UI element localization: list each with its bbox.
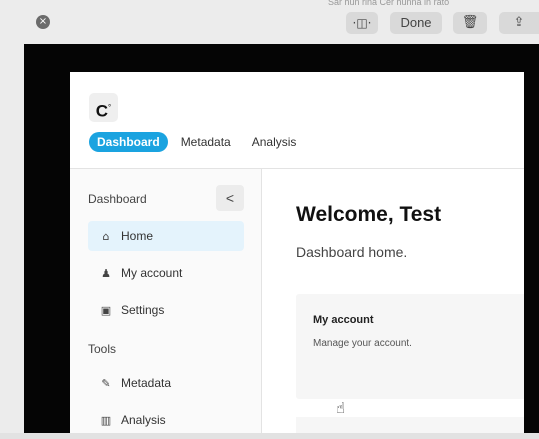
user-icon: ♟	[101, 266, 111, 280]
sidebar-item-label: Analysis	[121, 413, 166, 427]
pencil-icon: ✎	[101, 376, 111, 390]
resize-button[interactable]: ·◫·	[346, 12, 378, 34]
page-title: Welcome, Test	[296, 203, 442, 226]
sidebar-item-label: My account	[121, 266, 183, 280]
tab-dashboard[interactable]: Dashboard	[89, 132, 168, 152]
done-button[interactable]: Done	[390, 12, 442, 34]
logo-letter: C	[95, 101, 109, 121]
sidebar-item-my-account[interactable]: ♟ My account	[88, 258, 244, 288]
sidebar-item-label: Settings	[121, 303, 165, 317]
sidebar-item-label: Home	[121, 229, 154, 243]
home-icon: ⌂	[102, 229, 110, 243]
account-card[interactable]: My account Manage your account.	[296, 294, 524, 399]
clipped-title: Sar hun rina Cer hunna in rato	[328, 0, 450, 6]
app-window: C° Dashboard Metadata Analysis Dashboard…	[70, 72, 524, 433]
main-content: Welcome, Test Dashboard home. My account…	[262, 169, 524, 433]
tab-analysis[interactable]: Analysis	[244, 132, 305, 152]
sidebar-section-dashboard: Dashboard	[88, 192, 147, 206]
app-logo[interactable]: C°	[89, 93, 118, 122]
trash-icon[interactable]: 🗑	[453, 12, 487, 34]
quicklook-toolbar: × Sar hun rina Cer hunna in rato ·◫· Don…	[0, 0, 539, 44]
close-icon[interactable]: ×	[36, 15, 50, 29]
sidebar-item-home[interactable]: ⌂ Home	[88, 221, 244, 251]
sidebar-item-metadata[interactable]: ✎ Metadata	[88, 368, 244, 398]
card-title: My account	[313, 314, 374, 326]
bar-chart-icon: ▥	[100, 413, 112, 427]
bottom-strip	[0, 433, 539, 439]
card-description: Manage your account.	[313, 338, 412, 349]
sidebar-section-tools: Tools	[88, 342, 117, 356]
tab-metadata[interactable]: Metadata	[173, 132, 239, 152]
sidebar-item-analysis[interactable]: ▥ Analysis	[88, 405, 244, 433]
top-nav: Dashboard Metadata Analysis	[89, 132, 309, 152]
sidebar: Dashboard < ⌂ Home ♟ My account ▣ Settin…	[70, 169, 262, 433]
secondary-card[interactable]	[296, 417, 524, 433]
page-subtitle: Dashboard home.	[296, 244, 408, 260]
logo-mark: °	[108, 103, 112, 112]
settings-icon: ▣	[100, 303, 112, 317]
share-icon[interactable]: ⇪	[499, 12, 539, 34]
sidebar-item-label: Metadata	[121, 376, 172, 390]
sidebar-item-settings[interactable]: ▣ Settings	[88, 295, 244, 325]
collapse-sidebar-button[interactable]: <	[216, 185, 244, 211]
hand-cursor-icon: ☝	[336, 399, 346, 417]
